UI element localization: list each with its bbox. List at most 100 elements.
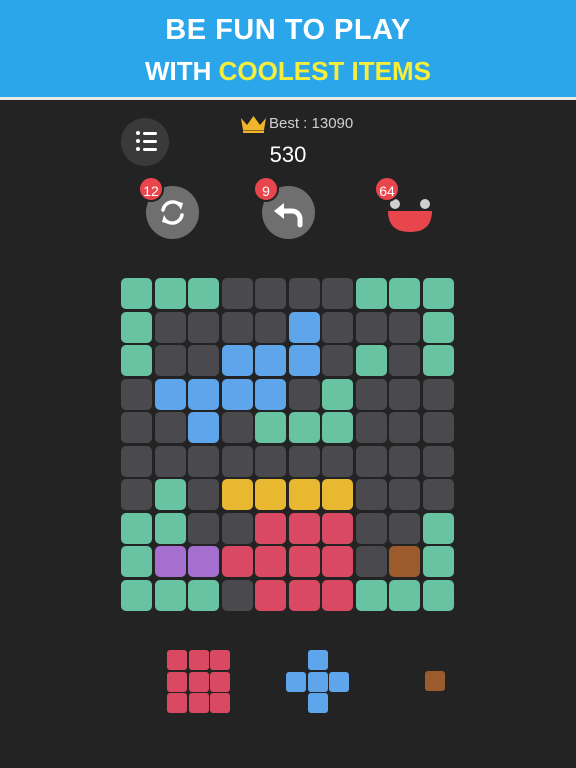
board-cell-empty[interactable]: [255, 445, 286, 477]
board-cell-empty[interactable]: [221, 512, 253, 544]
board-cell-empty[interactable]: [288, 278, 320, 309]
board-cell-brown[interactable]: [389, 546, 420, 577]
board-cell-empty[interactable]: [221, 311, 253, 343]
board-cell-red[interactable]: [255, 579, 286, 611]
board-cell-empty[interactable]: [121, 378, 152, 410]
board-cell-empty[interactable]: [188, 345, 219, 376]
board-cell-teal[interactable]: [121, 345, 152, 376]
board-cell-teal[interactable]: [355, 278, 387, 309]
board-cell-empty[interactable]: [255, 311, 286, 343]
board-cell-empty[interactable]: [154, 412, 186, 443]
board-cell-teal[interactable]: [355, 345, 387, 376]
menu-button[interactable]: [121, 118, 169, 166]
board-cell-blue[interactable]: [221, 345, 253, 376]
board-cell-teal[interactable]: [121, 579, 152, 611]
board-cell-teal[interactable]: [322, 412, 353, 443]
board-cell-purple[interactable]: [188, 546, 219, 577]
board-cell-empty[interactable]: [188, 479, 219, 510]
board-cell-empty[interactable]: [221, 445, 253, 477]
board-cell-empty[interactable]: [389, 512, 420, 544]
board-cell-empty[interactable]: [188, 311, 219, 343]
board-cell-blue[interactable]: [154, 378, 186, 410]
board-cell-empty[interactable]: [188, 445, 219, 477]
board-cell-teal[interactable]: [422, 579, 454, 611]
board-cell-teal[interactable]: [188, 278, 219, 309]
board-cell-yellow[interactable]: [255, 479, 286, 510]
board-cell-empty[interactable]: [288, 378, 320, 410]
board-cell-empty[interactable]: [355, 412, 387, 443]
board-cell-empty[interactable]: [221, 412, 253, 443]
board-cell-empty[interactable]: [422, 479, 454, 510]
board-cell-empty[interactable]: [389, 345, 420, 376]
board-cell-purple[interactable]: [154, 546, 186, 577]
board-cell-empty[interactable]: [154, 345, 186, 376]
board-cell-empty[interactable]: [389, 445, 420, 477]
board-cell-teal[interactable]: [121, 278, 152, 309]
board-cell-yellow[interactable]: [322, 479, 353, 510]
board-cell-blue[interactable]: [288, 311, 320, 343]
board-cell-red[interactable]: [255, 546, 286, 577]
board-cell-empty[interactable]: [355, 378, 387, 410]
board-cell-teal[interactable]: [154, 278, 186, 309]
board-cell-yellow[interactable]: [221, 479, 253, 510]
board-cell-blue[interactable]: [255, 378, 286, 410]
board-cell-blue[interactable]: [255, 345, 286, 376]
board-cell-empty[interactable]: [389, 412, 420, 443]
board-cell-teal[interactable]: [422, 345, 454, 376]
board-cell-empty[interactable]: [322, 311, 353, 343]
board-cell-teal[interactable]: [422, 512, 454, 544]
board-cell-red[interactable]: [255, 512, 286, 544]
board-cell-red[interactable]: [322, 512, 353, 544]
board-cell-blue[interactable]: [221, 378, 253, 410]
board-cell-blue[interactable]: [288, 345, 320, 376]
board-cell-red[interactable]: [288, 579, 320, 611]
game-board[interactable]: [121, 278, 456, 613]
board-cell-empty[interactable]: [355, 512, 387, 544]
board-cell-red[interactable]: [288, 546, 320, 577]
board-cell-empty[interactable]: [288, 445, 320, 477]
next-piece-single[interactable]: [425, 671, 447, 693]
board-cell-teal[interactable]: [255, 412, 286, 443]
board-cell-red[interactable]: [288, 512, 320, 544]
board-cell-teal[interactable]: [121, 512, 152, 544]
board-cell-empty[interactable]: [389, 479, 420, 510]
board-cell-red[interactable]: [221, 546, 253, 577]
board-cell-teal[interactable]: [355, 579, 387, 611]
board-cell-empty[interactable]: [355, 546, 387, 577]
board-cell-empty[interactable]: [355, 445, 387, 477]
board-cell-empty[interactable]: [389, 378, 420, 410]
board-cell-yellow[interactable]: [288, 479, 320, 510]
next-piece-plus[interactable]: [286, 650, 350, 714]
board-cell-teal[interactable]: [322, 378, 353, 410]
board-cell-empty[interactable]: [322, 278, 353, 309]
board-cell-empty[interactable]: [255, 278, 286, 309]
board-cell-empty[interactable]: [355, 479, 387, 510]
board-cell-empty[interactable]: [389, 311, 420, 343]
next-piece-square[interactable]: [167, 650, 231, 714]
board-cell-empty[interactable]: [221, 579, 253, 611]
board-cell-teal[interactable]: [154, 512, 186, 544]
board-cell-red[interactable]: [322, 579, 353, 611]
board-cell-teal[interactable]: [154, 579, 186, 611]
board-cell-teal[interactable]: [389, 579, 420, 611]
board-cell-teal[interactable]: [188, 579, 219, 611]
board-cell-blue[interactable]: [188, 378, 219, 410]
board-cell-empty[interactable]: [322, 445, 353, 477]
board-cell-empty[interactable]: [355, 311, 387, 343]
board-cell-empty[interactable]: [121, 479, 152, 510]
board-cell-empty[interactable]: [188, 512, 219, 544]
board-cell-empty[interactable]: [121, 445, 152, 477]
board-cell-teal[interactable]: [422, 311, 454, 343]
board-cell-teal[interactable]: [121, 311, 152, 343]
board-cell-empty[interactable]: [322, 345, 353, 376]
board-cell-empty[interactable]: [221, 278, 253, 309]
board-cell-blue[interactable]: [188, 412, 219, 443]
board-cell-teal[interactable]: [121, 546, 152, 577]
board-cell-teal[interactable]: [422, 546, 454, 577]
board-cell-empty[interactable]: [154, 445, 186, 477]
board-cell-empty[interactable]: [422, 412, 454, 443]
board-cell-empty[interactable]: [422, 445, 454, 477]
board-cell-empty[interactable]: [154, 311, 186, 343]
board-cell-teal[interactable]: [288, 412, 320, 443]
board-cell-empty[interactable]: [121, 412, 152, 443]
